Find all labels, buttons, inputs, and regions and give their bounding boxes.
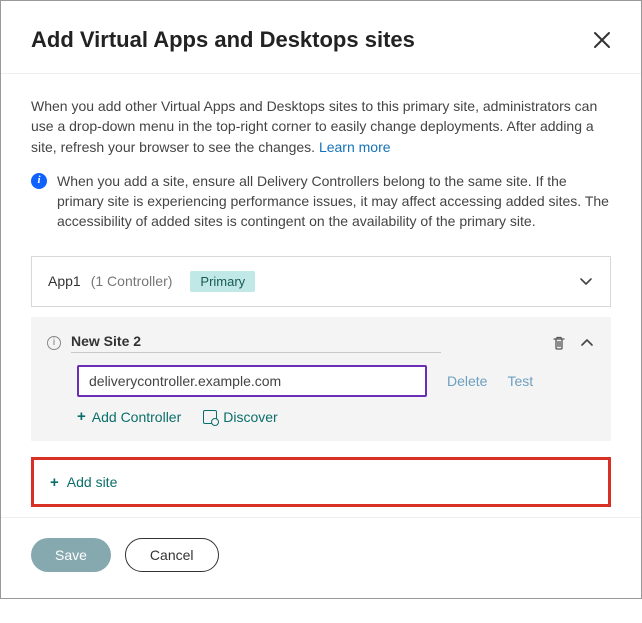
chevron-up-icon[interactable] — [579, 335, 595, 351]
test-controller-link[interactable]: Test — [507, 373, 533, 389]
trash-icon[interactable] — [551, 335, 567, 351]
chevron-down-icon[interactable] — [578, 273, 594, 289]
save-button[interactable]: Save — [31, 538, 111, 572]
info-icon: i — [31, 173, 47, 189]
discover-button[interactable]: Discover — [203, 409, 277, 425]
intro-paragraph: When you add other Virtual Apps and Desk… — [31, 98, 597, 155]
plus-icon: + — [77, 409, 86, 424]
new-site-card: i New Site 2 Delete — [31, 317, 611, 441]
add-controller-button[interactable]: + Add Controller — [77, 409, 181, 425]
discover-icon — [203, 410, 217, 424]
dialog-header: Add Virtual Apps and Desktops sites — [1, 1, 641, 74]
site-info-icon: i — [47, 336, 61, 350]
cancel-button[interactable]: Cancel — [125, 538, 219, 572]
dialog-title: Add Virtual Apps and Desktops sites — [31, 27, 415, 53]
add-site-region-highlight: + Add site — [31, 457, 611, 508]
delete-controller-link[interactable]: Delete — [447, 373, 487, 389]
learn-more-link[interactable]: Learn more — [319, 139, 391, 155]
add-controller-label: Add Controller — [92, 409, 182, 425]
delivery-controller-input[interactable] — [77, 365, 427, 397]
primary-badge: Primary — [190, 271, 255, 292]
dialog-body: When you add other Virtual Apps and Desk… — [1, 74, 641, 517]
site-controllers-count: (1 Controller) — [91, 273, 173, 289]
info-text: When you add a site, ensure all Delivery… — [57, 171, 611, 232]
discover-label: Discover — [223, 409, 277, 425]
new-site-controls: + Add Controller Discover — [77, 409, 595, 425]
dialog-footer: Save Cancel — [1, 517, 641, 598]
site-row-left: App1 (1 Controller) Primary — [48, 271, 255, 292]
add-site-button[interactable]: + Add site — [50, 474, 117, 490]
site-name: App1 — [48, 273, 81, 289]
new-site-body: Delete Test + Add Controller Discover — [47, 365, 595, 425]
info-callout: i When you add a site, ensure all Delive… — [31, 171, 611, 232]
new-site-name[interactable]: New Site 2 — [71, 333, 441, 353]
new-site-input-row: Delete Test — [77, 365, 595, 397]
intro-text: When you add other Virtual Apps and Desk… — [31, 96, 611, 157]
close-icon[interactable] — [593, 31, 611, 49]
new-site-title-wrap: i New Site 2 — [47, 333, 551, 353]
site-row-primary[interactable]: App1 (1 Controller) Primary — [31, 256, 611, 307]
new-site-header: i New Site 2 — [47, 333, 595, 353]
plus-icon: + — [50, 475, 59, 490]
add-sites-dialog: Add Virtual Apps and Desktops sites When… — [0, 0, 642, 599]
add-site-label: Add site — [67, 474, 118, 490]
